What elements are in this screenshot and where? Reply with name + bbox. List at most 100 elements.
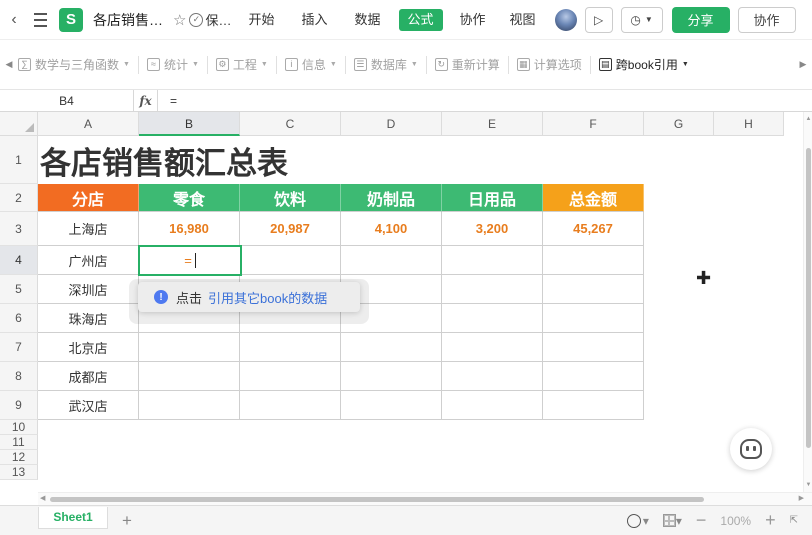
value-cell[interactable]: 3,200 xyxy=(442,212,543,246)
tab-insert[interactable]: 插入 xyxy=(294,9,334,31)
layout-icon[interactable]: ▾ xyxy=(662,514,682,528)
grid-cell[interactable] xyxy=(543,391,644,420)
horizontal-scroll-thumb[interactable] xyxy=(50,497,704,502)
grid-cell[interactable] xyxy=(139,362,240,391)
row-header-2[interactable]: 2 xyxy=(0,184,38,212)
grid-cell[interactable] xyxy=(442,275,543,304)
value-cell[interactable]: 20,987 xyxy=(240,212,341,246)
grid-cell[interactable] xyxy=(341,246,442,275)
column-header-b[interactable]: B xyxy=(139,112,240,136)
store-name-cell[interactable]: 武汉店 xyxy=(38,391,139,420)
value-cell[interactable]: 45,267 xyxy=(543,212,644,246)
zoom-level[interactable]: 100% xyxy=(720,514,751,528)
column-header-f[interactable]: F xyxy=(543,112,644,136)
table-header-2[interactable]: 饮料 xyxy=(240,184,341,212)
add-sheet-icon[interactable]: + xyxy=(122,511,132,531)
column-header-c[interactable]: C xyxy=(240,112,341,136)
present-button[interactable]: ▷ xyxy=(584,6,613,33)
store-name-cell[interactable]: 北京店 xyxy=(38,333,139,362)
row-header-13[interactable]: 13 xyxy=(0,465,38,480)
ribbon-scroll-right-icon[interactable]: ▶ xyxy=(794,59,812,70)
store-name-cell[interactable]: 上海店 xyxy=(38,212,139,246)
column-header-a[interactable]: A xyxy=(38,112,139,136)
menu-icon[interactable] xyxy=(29,11,51,29)
fit-screen-icon[interactable]: ⇱ xyxy=(790,515,798,526)
grid-cell[interactable] xyxy=(341,333,442,362)
grid-cell[interactable] xyxy=(543,333,644,362)
grid-cell[interactable] xyxy=(341,362,442,391)
row-header-3[interactable]: 3 xyxy=(0,212,38,246)
grid-cell[interactable] xyxy=(442,246,543,275)
grid-cell[interactable] xyxy=(240,333,341,362)
grid-cell[interactable] xyxy=(543,362,644,391)
back-icon[interactable]: ‹ xyxy=(3,11,25,29)
sheet-title[interactable]: 各店销售额汇总表 xyxy=(38,136,438,184)
vertical-scrollbar[interactable]: ▲ ▼ xyxy=(803,112,812,492)
grid-cell[interactable] xyxy=(442,391,543,420)
grid-cell[interactable] xyxy=(442,333,543,362)
column-header-e[interactable]: E xyxy=(442,112,543,136)
row-header-9[interactable]: 9 xyxy=(0,391,38,420)
table-header-4[interactable]: 日用品 xyxy=(442,184,543,212)
formula-input[interactable]: = xyxy=(158,94,177,108)
sheet-grid[interactable]: A B C D E F G H 1 2 3 4 5 6 7 8 9 10 11 12 13 各店销售额汇总表 分店 零食 饮料奶… xyxy=(0,112,803,492)
tab-collaboration[interactable]: 协作 xyxy=(453,9,493,31)
row-header-8[interactable]: 8 xyxy=(0,362,38,391)
scroll-down-icon[interactable]: ▼ xyxy=(804,482,812,488)
horizontal-scrollbar[interactable]: ◀ ▶ xyxy=(38,492,812,505)
select-all-corner[interactable] xyxy=(0,112,38,136)
ribbon-item-3[interactable]: i 信息 ▼ xyxy=(284,56,337,73)
grid-cell[interactable] xyxy=(341,391,442,420)
grid-cell[interactable] xyxy=(543,246,644,275)
ribbon-item-6[interactable]: ▦ 计算选项 xyxy=(516,56,582,73)
globe-icon[interactable]: ▾ xyxy=(626,513,649,528)
hint-link[interactable]: 引用其它book的数据 xyxy=(208,288,327,307)
sheet-tab[interactable]: Sheet1 xyxy=(38,506,108,529)
store-name-cell[interactable]: 深圳店 xyxy=(38,275,139,304)
tab-data[interactable]: 数据 xyxy=(348,9,388,31)
scroll-up-icon[interactable]: ▲ xyxy=(804,116,812,122)
ribbon-item-2[interactable]: ⚙ 工程 ▼ xyxy=(215,56,268,73)
history-button[interactable]: ◷ ▼ xyxy=(620,6,663,33)
grid-cell[interactable] xyxy=(543,304,644,333)
star-icon[interactable]: ☆ xyxy=(173,11,186,29)
document-title[interactable]: 各店销售… xyxy=(93,10,165,30)
table-header-0[interactable]: 分店 xyxy=(38,184,139,212)
fx-icon[interactable]: fx xyxy=(134,89,158,112)
assistant-button[interactable] xyxy=(730,428,772,470)
collaborate-button[interactable]: 协作 xyxy=(737,6,796,33)
row-header-10[interactable]: 10 xyxy=(0,420,38,435)
tab-start[interactable]: 开始 xyxy=(241,9,281,31)
row-header-4[interactable]: 4 xyxy=(0,246,38,275)
grid-cell[interactable] xyxy=(543,275,644,304)
row-header-12[interactable]: 12 xyxy=(0,450,38,465)
table-header-5[interactable]: 总金额 xyxy=(543,184,644,212)
ribbon-item-4[interactable]: ☰ 数据库 ▼ xyxy=(353,56,418,73)
grid-cell[interactable] xyxy=(442,304,543,333)
ribbon-item-0[interactable]: ∑ 数学与三角函数 ▼ xyxy=(18,56,130,73)
zoom-out-icon[interactable]: − xyxy=(696,510,707,531)
ribbon-item-7[interactable]: ▤ 跨book引用 ▼ xyxy=(598,56,689,73)
store-name-cell[interactable]: 广州店 xyxy=(38,246,139,275)
row-header-5[interactable]: 5 xyxy=(0,275,38,304)
ribbon-item-5[interactable]: ↻ 重新计算 xyxy=(434,56,500,73)
row-header-6[interactable]: 6 xyxy=(0,304,38,333)
column-header-d[interactable]: D xyxy=(341,112,442,136)
store-name-cell[interactable]: 珠海店 xyxy=(38,304,139,333)
value-cell[interactable]: 16,980 xyxy=(139,212,240,246)
grid-cell[interactable] xyxy=(240,362,341,391)
zoom-in-icon[interactable]: + xyxy=(765,510,776,531)
tab-view[interactable]: 视图 xyxy=(503,9,543,31)
grid-cell[interactable] xyxy=(442,362,543,391)
ribbon-item-1[interactable]: ≈ 统计 ▼ xyxy=(146,56,199,73)
table-header-1[interactable]: 零食 xyxy=(139,184,240,212)
column-header-h[interactable]: H xyxy=(714,112,784,136)
grid-cell[interactable] xyxy=(139,391,240,420)
share-button[interactable]: 分享 xyxy=(671,6,730,33)
grid-cell[interactable] xyxy=(139,333,240,362)
name-box[interactable]: B4 xyxy=(0,89,134,112)
row-header-1[interactable]: 1 xyxy=(0,136,38,184)
tab-formula[interactable]: 公式 xyxy=(398,8,443,31)
active-cell-b4[interactable]: = xyxy=(138,245,242,276)
scroll-left-icon[interactable]: ◀ xyxy=(40,494,45,502)
